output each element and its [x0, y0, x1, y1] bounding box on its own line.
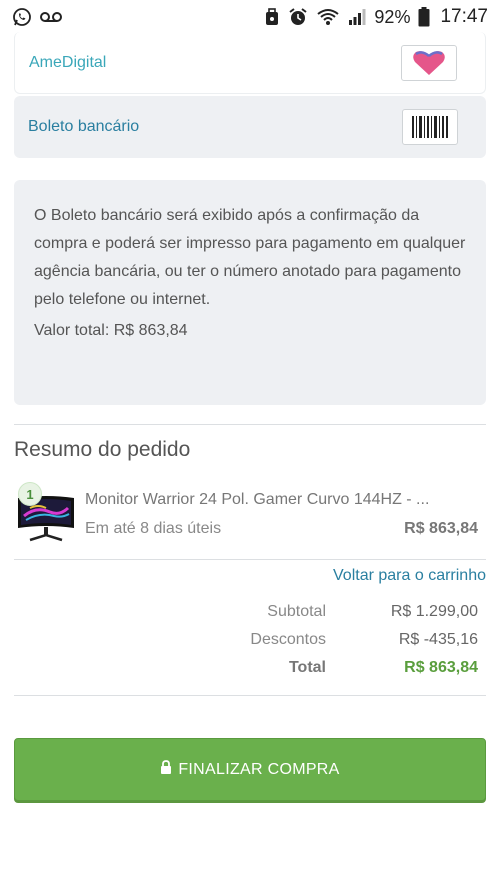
- signal-icon: [348, 8, 366, 26]
- payment-option-boleto[interactable]: Boleto bancário: [14, 96, 486, 158]
- boleto-description: O Boleto bancário será exibido após a co…: [34, 207, 466, 308]
- barcode-icon: [412, 116, 448, 138]
- battery-icon: [418, 7, 430, 27]
- quantity-badge: 1: [18, 482, 42, 506]
- payment-option-label: Boleto bancário: [28, 118, 140, 135]
- status-bar-left: [12, 7, 62, 27]
- wifi-icon: [316, 8, 340, 26]
- finalize-purchase-label: FINALIZAR COMPRA: [178, 760, 340, 778]
- lock-icon: [160, 760, 172, 779]
- order-item[interactable]: 1 Monitor Warrior 24 Pol. Gamer Curvo 14…: [14, 482, 486, 546]
- amedigital-logo: [401, 44, 457, 81]
- order-summary-title: Resumo do pedido: [14, 438, 191, 461]
- subtotal-label: Subtotal: [267, 603, 326, 620]
- back-to-cart-link[interactable]: Voltar para o carrinho: [333, 567, 486, 585]
- boleto-info-box: O Boleto bancário será exibido após a co…: [14, 180, 486, 405]
- boleto-total: Valor total: R$ 863,84: [34, 322, 188, 339]
- item-price: R$ 863,84: [404, 520, 478, 537]
- divider: [14, 695, 486, 696]
- item-name: Monitor Warrior 24 Pol. Gamer Curvo 144H…: [85, 491, 430, 508]
- divider: [14, 559, 486, 560]
- boleto-logo: [402, 109, 458, 145]
- total-value: R$ 863,84: [404, 659, 478, 676]
- status-bar-right: 92% 17:47: [264, 6, 488, 28]
- battery-percentage: 92%: [374, 6, 411, 27]
- finalize-purchase-button[interactable]: FINALIZAR COMPRA: [14, 738, 486, 801]
- subtotal-value: R$ 1.299,00: [390, 603, 478, 620]
- voicemail-icon: [40, 11, 62, 23]
- divider: [14, 424, 486, 425]
- total-row: Total R$ 863,84: [14, 659, 486, 681]
- payment-option-amedigital[interactable]: AmeDigital: [14, 32, 486, 94]
- total-label: Total: [288, 659, 326, 676]
- lock-alarm-icon: [264, 8, 280, 26]
- discounts-label: Descontos: [250, 631, 326, 648]
- whatsapp-icon: [12, 7, 32, 27]
- discounts-row: Descontos R$ -435,16: [14, 631, 486, 653]
- clock: 17:47: [440, 6, 488, 27]
- subtotal-row: Subtotal R$ 1.299,00: [14, 603, 486, 625]
- alarm-icon: [288, 7, 308, 27]
- heart-icon: [413, 50, 445, 75]
- discounts-value: R$ -435,16: [398, 631, 478, 648]
- status-bar: 92% 17:47: [0, 0, 500, 34]
- payment-option-label: AmeDigital: [29, 53, 107, 71]
- item-delivery-estimate: Em até 8 dias úteis: [85, 520, 222, 537]
